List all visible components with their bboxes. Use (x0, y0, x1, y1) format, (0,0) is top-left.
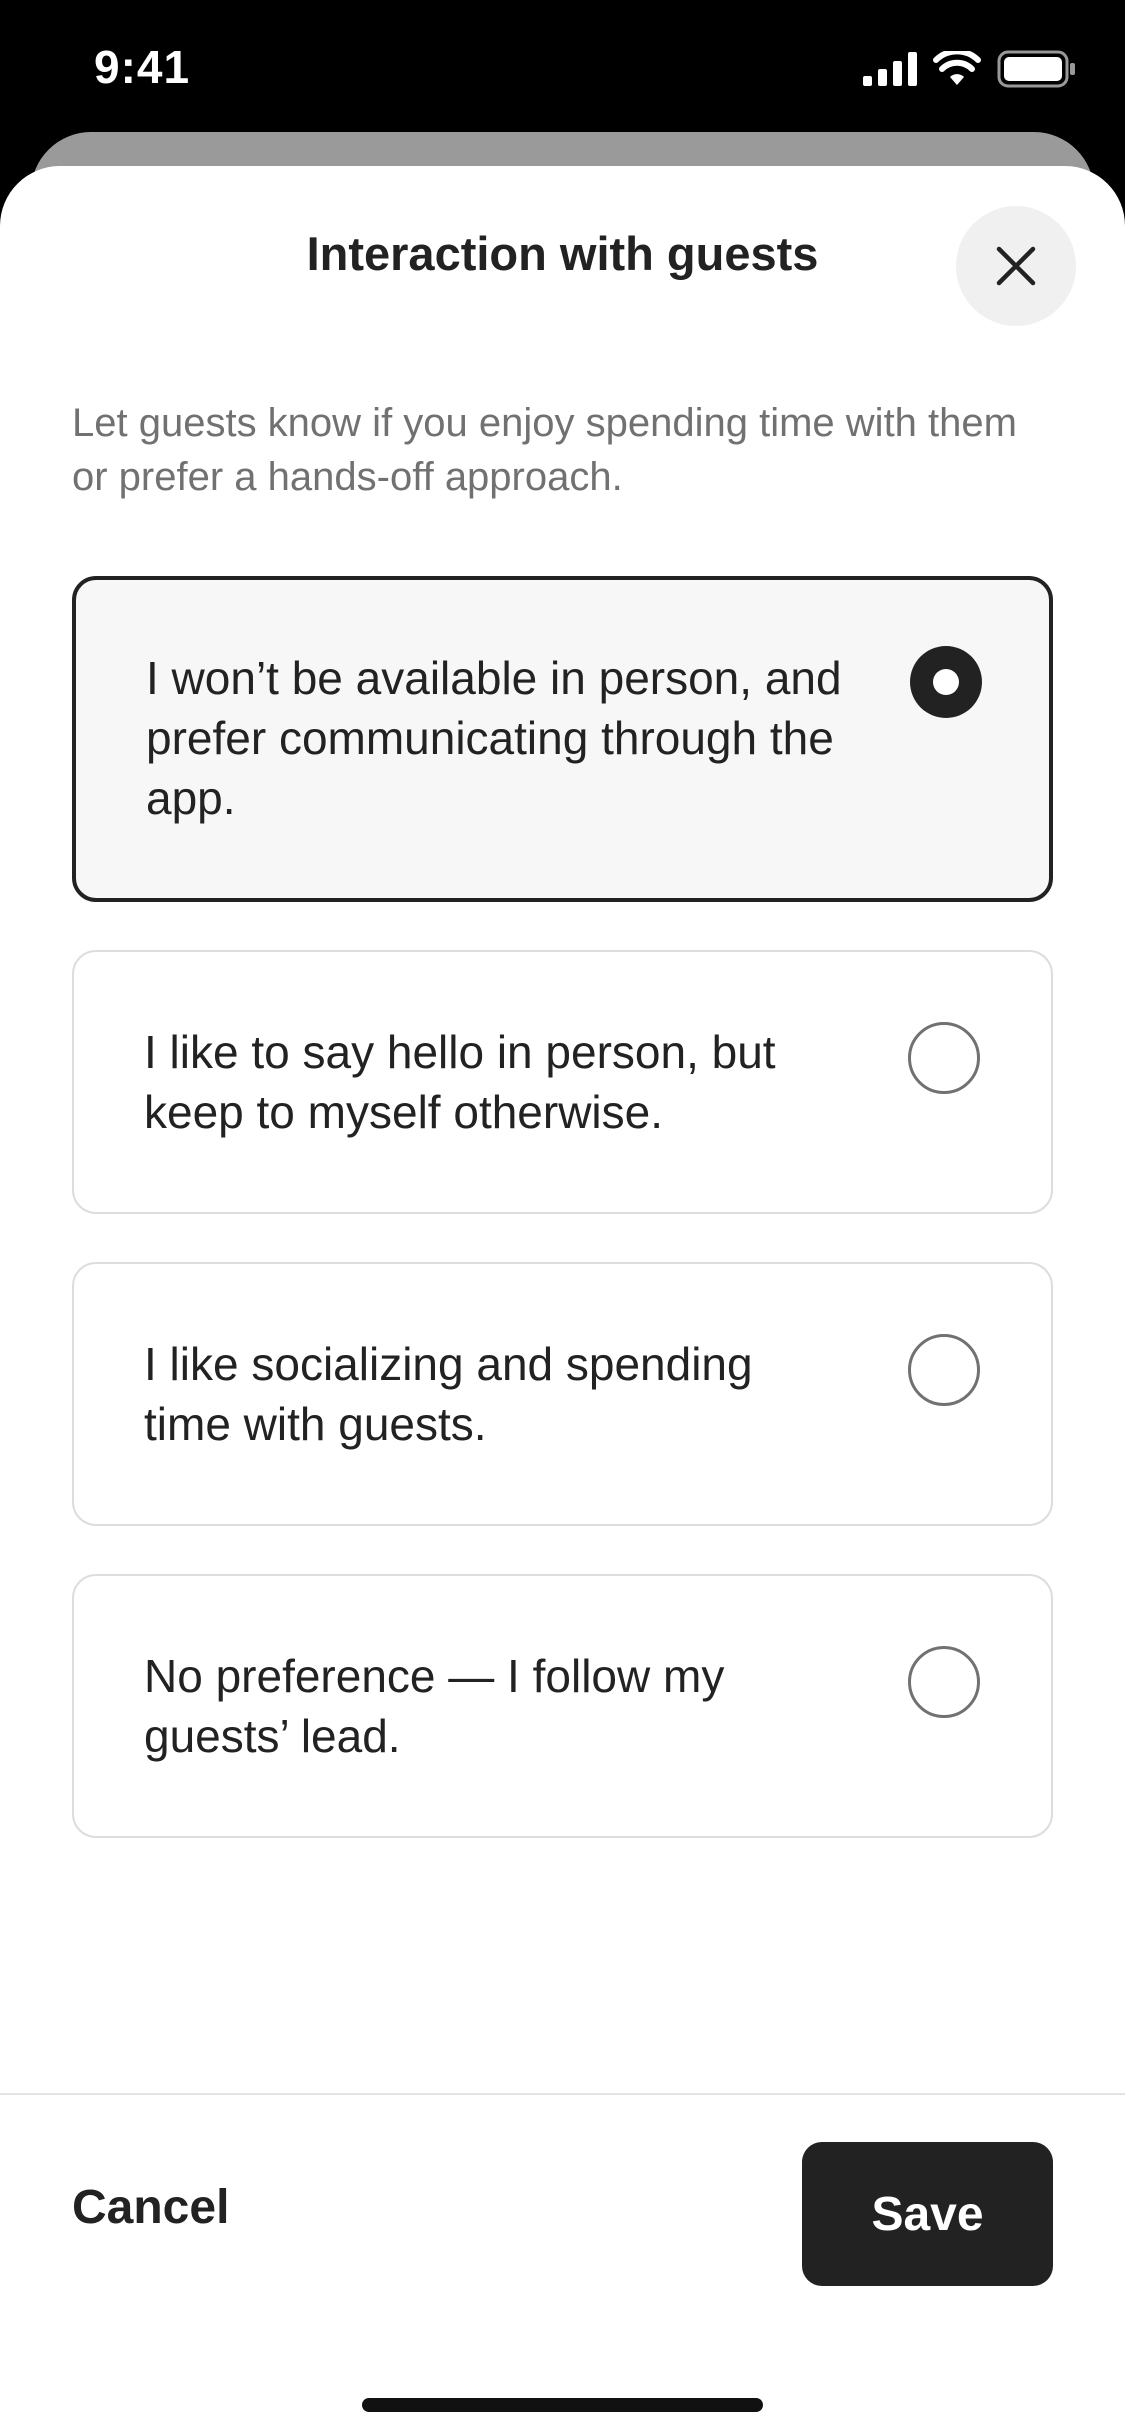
option-not-available[interactable]: I won’t be available in person, and pref… (72, 576, 1053, 902)
battery-icon (997, 50, 1075, 88)
close-icon (996, 246, 1036, 286)
status-icons (863, 50, 1077, 88)
option-label: I like to say hello in person, but keep … (144, 1026, 776, 1138)
footer-divider (0, 2093, 1125, 2095)
close-button[interactable] (956, 206, 1076, 326)
radio-unselected[interactable] (908, 1646, 980, 1718)
save-button[interactable]: Save (802, 2142, 1053, 2286)
status-time: 9:41 (94, 41, 191, 93)
sheet-description: Let guests know if you enjoy spending ti… (72, 401, 1017, 499)
cancel-button[interactable]: Cancel (72, 2180, 229, 2235)
radio-unselected[interactable] (908, 1022, 980, 1094)
radio-unselected[interactable] (908, 1334, 980, 1406)
home-indicator (362, 2398, 763, 2412)
wifi-icon (933, 51, 981, 85)
status-bar: 9:41 (0, 0, 1125, 140)
radio-selected[interactable] (910, 646, 982, 718)
option-label: I won’t be available in person, and pref… (146, 652, 842, 824)
cellular-signal-icon (863, 52, 917, 86)
bottom-sheet: Interaction with guests Let guests know … (0, 166, 1125, 2436)
options-list: I won’t be available in person, and pref… (72, 576, 1053, 1886)
option-no-preference[interactable]: No preference — I follow my guests’ lead… (72, 1574, 1053, 1838)
option-say-hello[interactable]: I like to say hello in person, but keep … (72, 950, 1053, 1214)
option-socializing[interactable]: I like socializing and spending time wit… (72, 1262, 1053, 1526)
option-label: I like socializing and spending time wit… (144, 1338, 753, 1450)
option-label: No preference — I follow my guests’ lead… (144, 1650, 725, 1762)
